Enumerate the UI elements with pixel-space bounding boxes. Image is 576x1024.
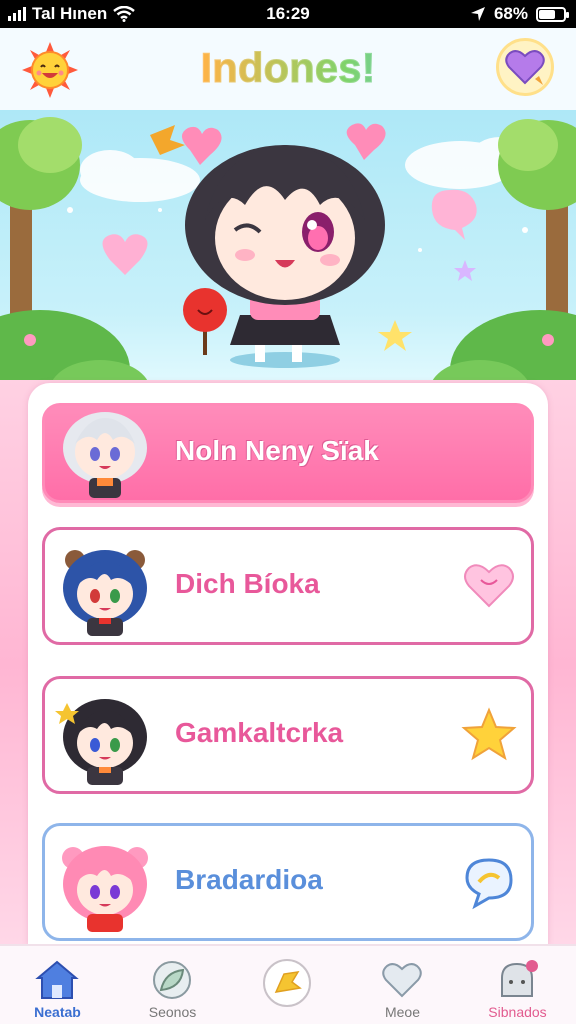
- hero-illustration: [0, 110, 576, 400]
- nav-item-home[interactable]: Neatab: [0, 946, 115, 1024]
- list-item[interactable]: Noln Neny Sïak: [42, 403, 534, 503]
- heart-icon[interactable]: [461, 558, 517, 614]
- location-arrow-icon: [470, 7, 485, 21]
- nav-item-sibnados[interactable]: Sibnados: [460, 946, 575, 1024]
- home-icon: [35, 960, 79, 999]
- nav-item-meoe[interactable]: Meoe: [345, 946, 460, 1024]
- leaf-icon: [153, 961, 191, 999]
- bottom-navigation: Neatab Seonos Meoe Sibnados: [0, 944, 576, 1024]
- nav-label: Meoe: [384, 1004, 421, 1020]
- nav-item-seonos[interactable]: Seonos: [115, 946, 230, 1024]
- nav-label: Seonos: [148, 1004, 197, 1020]
- list-item[interactable]: Bradardioa: [42, 823, 534, 941]
- nav-label: Neatab: [34, 1004, 81, 1020]
- app-title: Indones!: [0, 44, 576, 92]
- status-bar: Tal Hınen 16:29 68%: [0, 0, 576, 28]
- battery-percent: 68%: [493, 4, 528, 23]
- character-avatar-pink: [62, 846, 148, 932]
- nav-label: Sibnados: [488, 1004, 547, 1020]
- center-star-icon: [263, 959, 311, 1007]
- list-item[interactable]: Dich Bíoka: [42, 527, 534, 645]
- list-item-label: Gamkaltcrka: [175, 717, 344, 748]
- list-item-label: Dich Bíoka: [175, 568, 320, 599]
- list-item-label: Bradardioa: [175, 864, 323, 895]
- star-icon[interactable]: [461, 707, 517, 763]
- chat-button[interactable]: [496, 38, 554, 96]
- character-avatar-black: [55, 699, 147, 785]
- character-avatar-silver: [63, 412, 147, 498]
- character-avatar-blue: [63, 550, 147, 636]
- character-list: Noln Neny Sïak Dich Bíoka Gamkaltcrka Br…: [28, 383, 548, 945]
- notification-icon: [501, 960, 538, 997]
- list-item-label: Noln Neny Sïak: [175, 435, 379, 466]
- speech-bubble-icon[interactable]: [461, 854, 517, 910]
- heart-chat-icon: [505, 50, 545, 85]
- nav-item-center[interactable]: [230, 946, 345, 1024]
- battery-icon: [536, 6, 569, 22]
- list-item[interactable]: Gamkaltcrka: [42, 676, 534, 794]
- heart-outline-icon: [382, 963, 422, 998]
- app-header: Indones!: [0, 28, 576, 110]
